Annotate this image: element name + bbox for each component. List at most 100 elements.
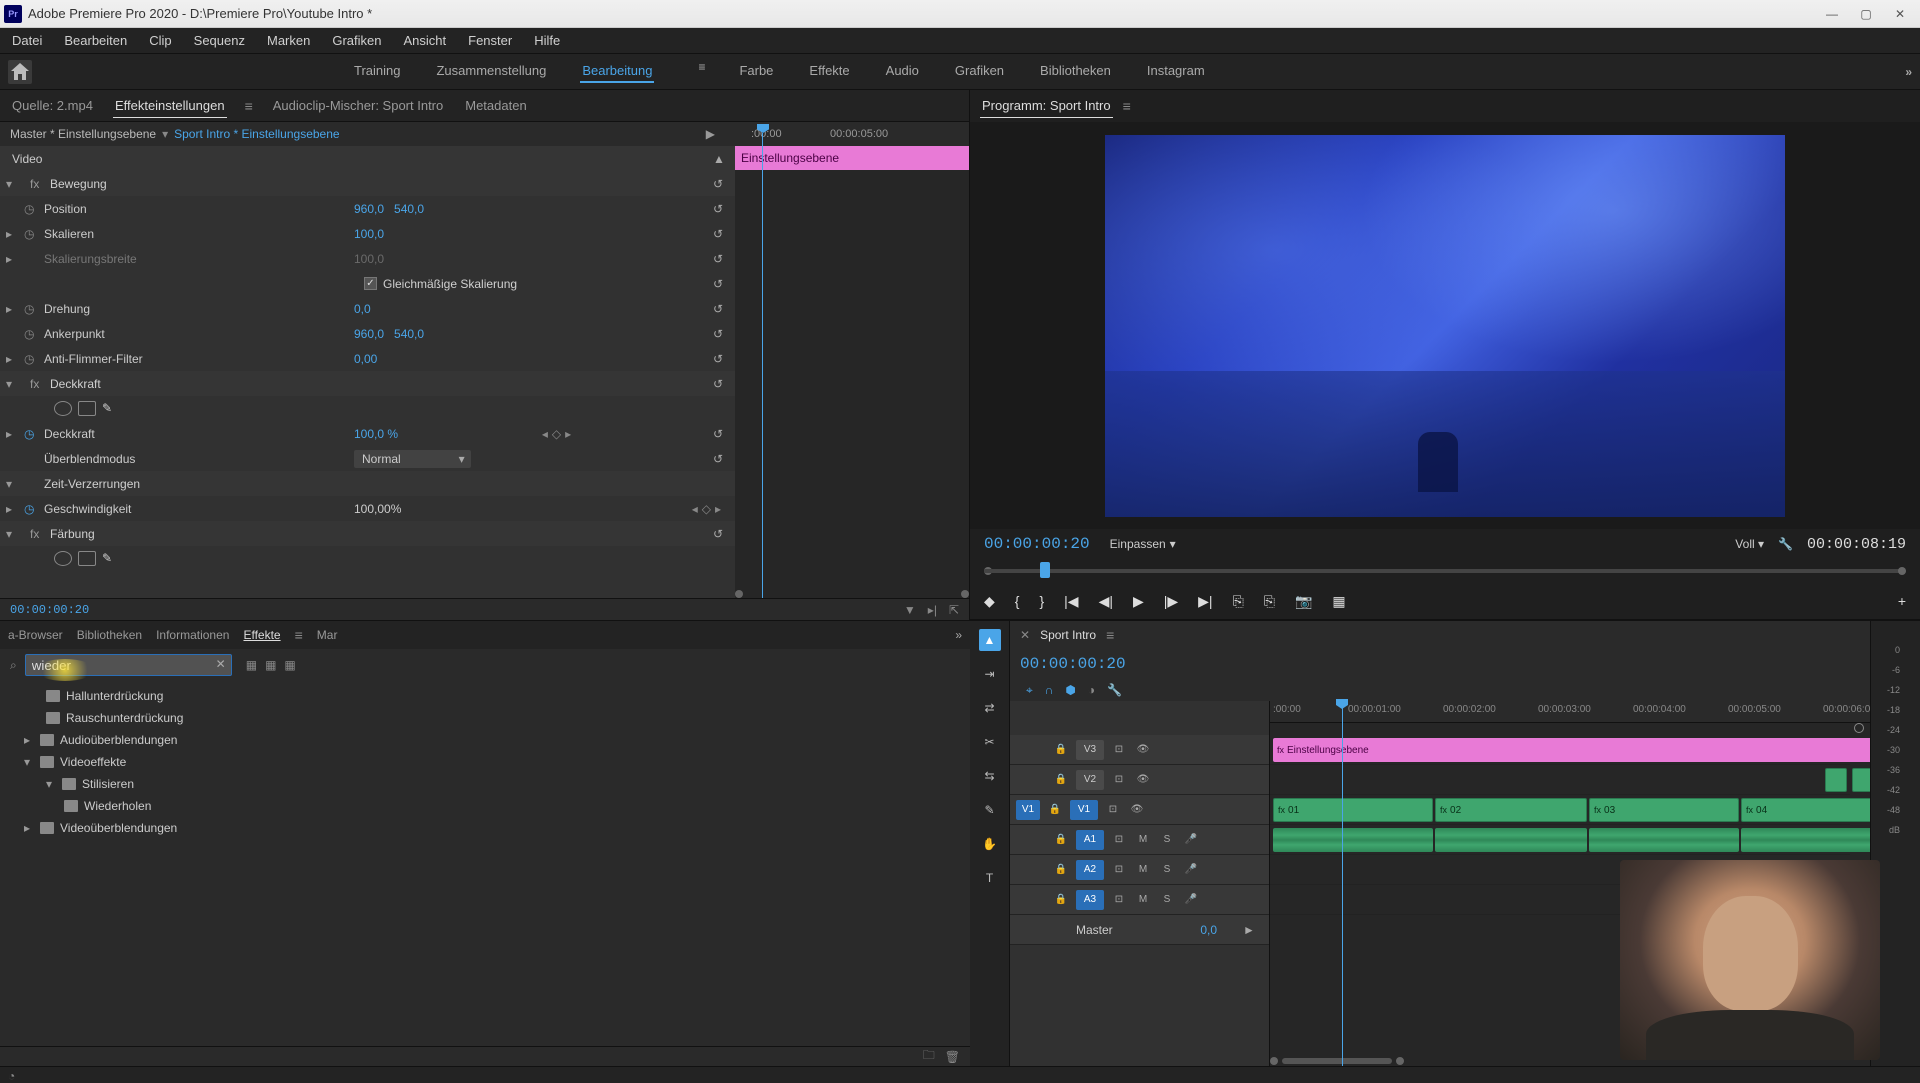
blend-mode-dropdown[interactable]: Normal [354,450,471,468]
fx-faerbung[interactable]: ▾fxFärbung↺ [0,521,735,546]
track-header-a1[interactable]: 🔒A1⊡MS🎤 [1010,825,1269,855]
ec-current-timecode[interactable]: 00:00:00:20 [10,603,89,617]
opacity-value[interactable]: 100,0 % [354,427,398,441]
track-header-a3[interactable]: 🔒A3⊡MS🎤 [1010,885,1269,915]
stopwatch-icon[interactable]: ◷ [24,202,38,216]
timeline-ruler[interactable]: :00:00 00:00:01:00 00:00:02:00 00:00:03:… [1270,701,1870,723]
stopwatch-icon[interactable]: ◷ [24,327,38,341]
track-zoom[interactable] [1854,723,1864,733]
filter-icon[interactable]: ▼ [904,603,916,617]
scrub-handle-right[interactable] [1898,567,1906,575]
menu-ansicht[interactable]: Ansicht [399,30,450,51]
zoom-in-handle[interactable] [1396,1057,1404,1065]
fx-bewegung[interactable]: ▾fxBewegung↺ [0,171,735,196]
clip-audio[interactable] [1435,828,1587,852]
stopwatch-icon[interactable]: ◷ [24,427,38,441]
fx-deckkraft[interactable]: ▾fxDeckkraft↺ [0,371,735,396]
sequence-name[interactable]: Sport Intro [1040,628,1096,642]
clear-search-icon[interactable]: ✕ [216,657,226,671]
ec-master-clip[interactable]: Master * Einstellungsebene [10,127,156,141]
mark-out-icon[interactable]: } [1039,593,1044,609]
program-video-frame[interactable] [1105,135,1785,517]
chevron-down-icon[interactable]: ▾ [162,127,168,141]
clip-adjustment-layer[interactable]: fxEinstellungsebene [1273,738,1920,762]
clip-audio[interactable] [1589,828,1739,852]
tab-audioclip-mischer[interactable]: Audioclip-Mischer: Sport Intro [271,94,446,117]
tree-item[interactable]: ▾Stilisieren [8,773,962,795]
settings-icon[interactable]: ◑ [1088,683,1095,698]
effects-search-input[interactable] [25,654,232,676]
eye-icon[interactable]: 👁 [1134,772,1152,788]
antiflicker-value[interactable]: 0,00 [354,352,377,366]
workspace-instagram[interactable]: Instagram [1145,60,1207,83]
uniform-scale-checkbox[interactable] [364,277,377,290]
workspace-training[interactable]: Training [352,60,402,83]
stopwatch-icon[interactable]: ◷ [24,302,38,316]
lift-icon[interactable]: ⎘ [1233,593,1244,610]
add-keyframe-icon[interactable]: ◇ [702,502,711,516]
track-header-v3[interactable]: 🔒V3⊡👁 [1010,735,1269,765]
tab-marken[interactable]: Mar [317,628,338,642]
tab-media-browser[interactable]: a-Browser [8,628,63,642]
hand-tool[interactable]: ✋ [979,833,1001,855]
workspace-grafiken[interactable]: Grafiken [953,60,1006,83]
tree-item[interactable]: Rauschunterdrückung [8,707,962,729]
reset-icon[interactable]: ↺ [713,177,729,191]
track-header-a2[interactable]: 🔒A2⊡MS🎤 [1010,855,1269,885]
reset-icon[interactable]: ↺ [713,352,729,366]
prev-keyframe-icon[interactable]: ◂ [692,502,698,516]
toggle-sync-icon[interactable]: ⊡ [1110,832,1128,848]
clip-03[interactable]: fx03 [1589,798,1739,822]
tree-item[interactable]: Wiederholen [8,795,962,817]
menu-sequenz[interactable]: Sequenz [190,30,249,51]
lock-icon[interactable]: 🔒 [1052,862,1070,878]
stopwatch-icon[interactable]: ◷ [24,352,38,366]
timeline-panel-menu[interactable]: ≡ [1106,627,1114,643]
program-current-timecode[interactable]: 00:00:00:20 [984,535,1090,553]
clip-audio[interactable] [1273,828,1433,852]
workspace-zusammenstellung[interactable]: Zusammenstellung [434,60,548,83]
close-button[interactable]: ✕ [1892,6,1908,22]
tab-effekteinstellungen-menu[interactable]: ≡ [245,98,253,114]
track-header-v1[interactable]: V1🔒V1⊡👁 [1010,795,1269,825]
resolution-dropdown[interactable]: Voll ▾ [1735,537,1764,551]
lock-icon[interactable]: 🔒 [1052,742,1070,758]
snap-icon[interactable]: ⌖ [1026,683,1033,698]
rotation-value[interactable]: 0,0 [354,302,371,316]
reset-icon[interactable]: ↺ [713,427,729,441]
workspace-farbe[interactable]: Farbe [737,60,775,83]
mark-in-icon[interactable]: { [1015,593,1020,609]
menu-datei[interactable]: Datei [8,30,46,51]
reset-icon[interactable]: ↺ [713,327,729,341]
stopwatch-icon[interactable]: ◷ [24,502,38,516]
tree-item[interactable]: Hallunterdrückung [8,685,962,707]
pen-mask-icon[interactable]: ✎ [102,401,120,416]
tab-effekte-menu[interactable]: ≡ [295,627,303,643]
wrench-icon[interactable]: 🔧 [1107,683,1122,698]
step-back-icon[interactable]: ◀| [1099,593,1113,610]
clip-02[interactable]: fx02 [1435,798,1587,822]
program-playhead[interactable] [1040,562,1050,578]
toggle-sync-icon[interactable]: ⊡ [1104,802,1122,818]
go-to-in-icon[interactable]: |◀ [1064,593,1078,610]
track-a1-lane[interactable] [1270,825,1850,855]
add-keyframe-icon[interactable]: ◇ [552,427,561,441]
voiceover-icon[interactable]: 🎤 [1182,832,1200,848]
tab-effekte[interactable]: Effekte [243,628,280,642]
eye-icon[interactable]: 👁 [1134,742,1152,758]
export-frame-icon[interactable]: 📷 [1295,593,1312,610]
32bit-badge-icon[interactable]: ▦ [265,658,276,672]
workspace-bearbeitung-menu[interactable]: ≡ [698,60,705,83]
rect-mask-icon[interactable] [78,401,96,416]
voiceover-icon[interactable]: 🎤 [1182,892,1200,908]
go-to-out-icon[interactable]: ▶| [1198,593,1212,610]
zoom-out-handle[interactable] [1270,1057,1278,1065]
solo-toggle[interactable]: S [1158,862,1176,878]
toggle-sync-icon[interactable]: ⊡ [1110,862,1128,878]
ellipse-mask-icon[interactable] [54,551,72,566]
new-bin-icon[interactable]: 🗀 [923,1046,935,1067]
ellipse-mask-icon[interactable] [54,401,72,416]
track-select-tool[interactable]: ⇥ [979,663,1001,685]
pen-tool[interactable]: ✎ [979,799,1001,821]
fx-zeit-verzerrungen[interactable]: ▾Zeit-Verzerrungen [0,471,735,496]
